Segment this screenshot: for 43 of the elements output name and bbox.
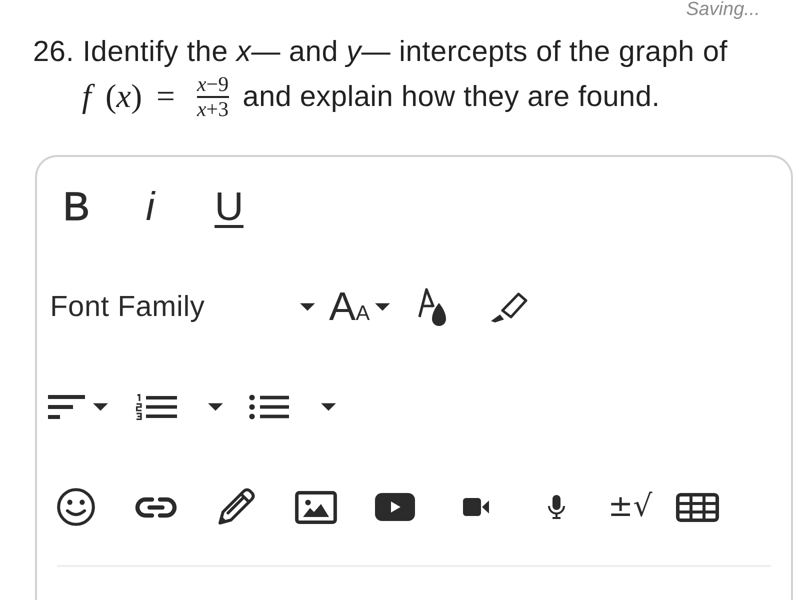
- formula-text: f (x) =: [82, 78, 175, 116]
- fraction-numerator: x−9: [196, 74, 229, 96]
- smiley-icon: [57, 488, 95, 526]
- highlight-button[interactable]: [490, 292, 528, 322]
- align-dropdown[interactable]: [48, 395, 108, 419]
- image-button[interactable]: [295, 490, 337, 524]
- font-family-dropdown[interactable]: Font Family: [50, 291, 315, 323]
- link-button[interactable]: [135, 496, 177, 518]
- caret-down-icon: [208, 403, 223, 411]
- question-text: and explain how they are found.: [242, 80, 660, 115]
- table-icon: [676, 492, 720, 522]
- caret-down-icon: [321, 403, 336, 411]
- table-button[interactable]: [676, 492, 720, 522]
- italic-button[interactable]: i: [146, 187, 155, 227]
- caret-down-icon: [374, 303, 390, 311]
- equation-button[interactable]: ±√: [608, 490, 652, 524]
- highlighter-icon: [490, 292, 528, 322]
- caret-down-icon: [93, 403, 108, 411]
- text-color-drop-icon: [418, 288, 447, 326]
- fraction-denominator: x+3: [196, 98, 229, 120]
- numbered-list-icon: [135, 394, 177, 420]
- underline-button[interactable]: U: [214, 187, 244, 227]
- link-icon: [135, 496, 177, 518]
- saving-status: Saving...: [686, 0, 760, 18]
- video-play-icon: [375, 493, 415, 521]
- record-video-button[interactable]: [463, 498, 489, 516]
- bold-button[interactable]: B: [63, 187, 90, 227]
- emoji-button[interactable]: [57, 488, 95, 526]
- video-camera-icon: [463, 498, 489, 516]
- bulleted-list-dropdown[interactable]: [249, 394, 336, 420]
- font-size-dropdown[interactable]: AA: [329, 287, 390, 327]
- align-left-icon: [48, 395, 85, 419]
- microphone-icon: [548, 495, 565, 519]
- caret-down-icon: [300, 303, 315, 311]
- video-button[interactable]: [375, 493, 415, 521]
- record-audio-button[interactable]: [548, 495, 565, 519]
- numbered-list-dropdown[interactable]: [135, 394, 223, 420]
- draw-button[interactable]: [217, 488, 255, 526]
- pencil-icon: [217, 488, 255, 526]
- question-text: 26. Identify the x— and y— intercepts of the graph of: [33, 35, 729, 70]
- image-icon: [295, 490, 337, 524]
- font-color-button[interactable]: [418, 288, 447, 326]
- bulleted-list-icon: [249, 394, 289, 420]
